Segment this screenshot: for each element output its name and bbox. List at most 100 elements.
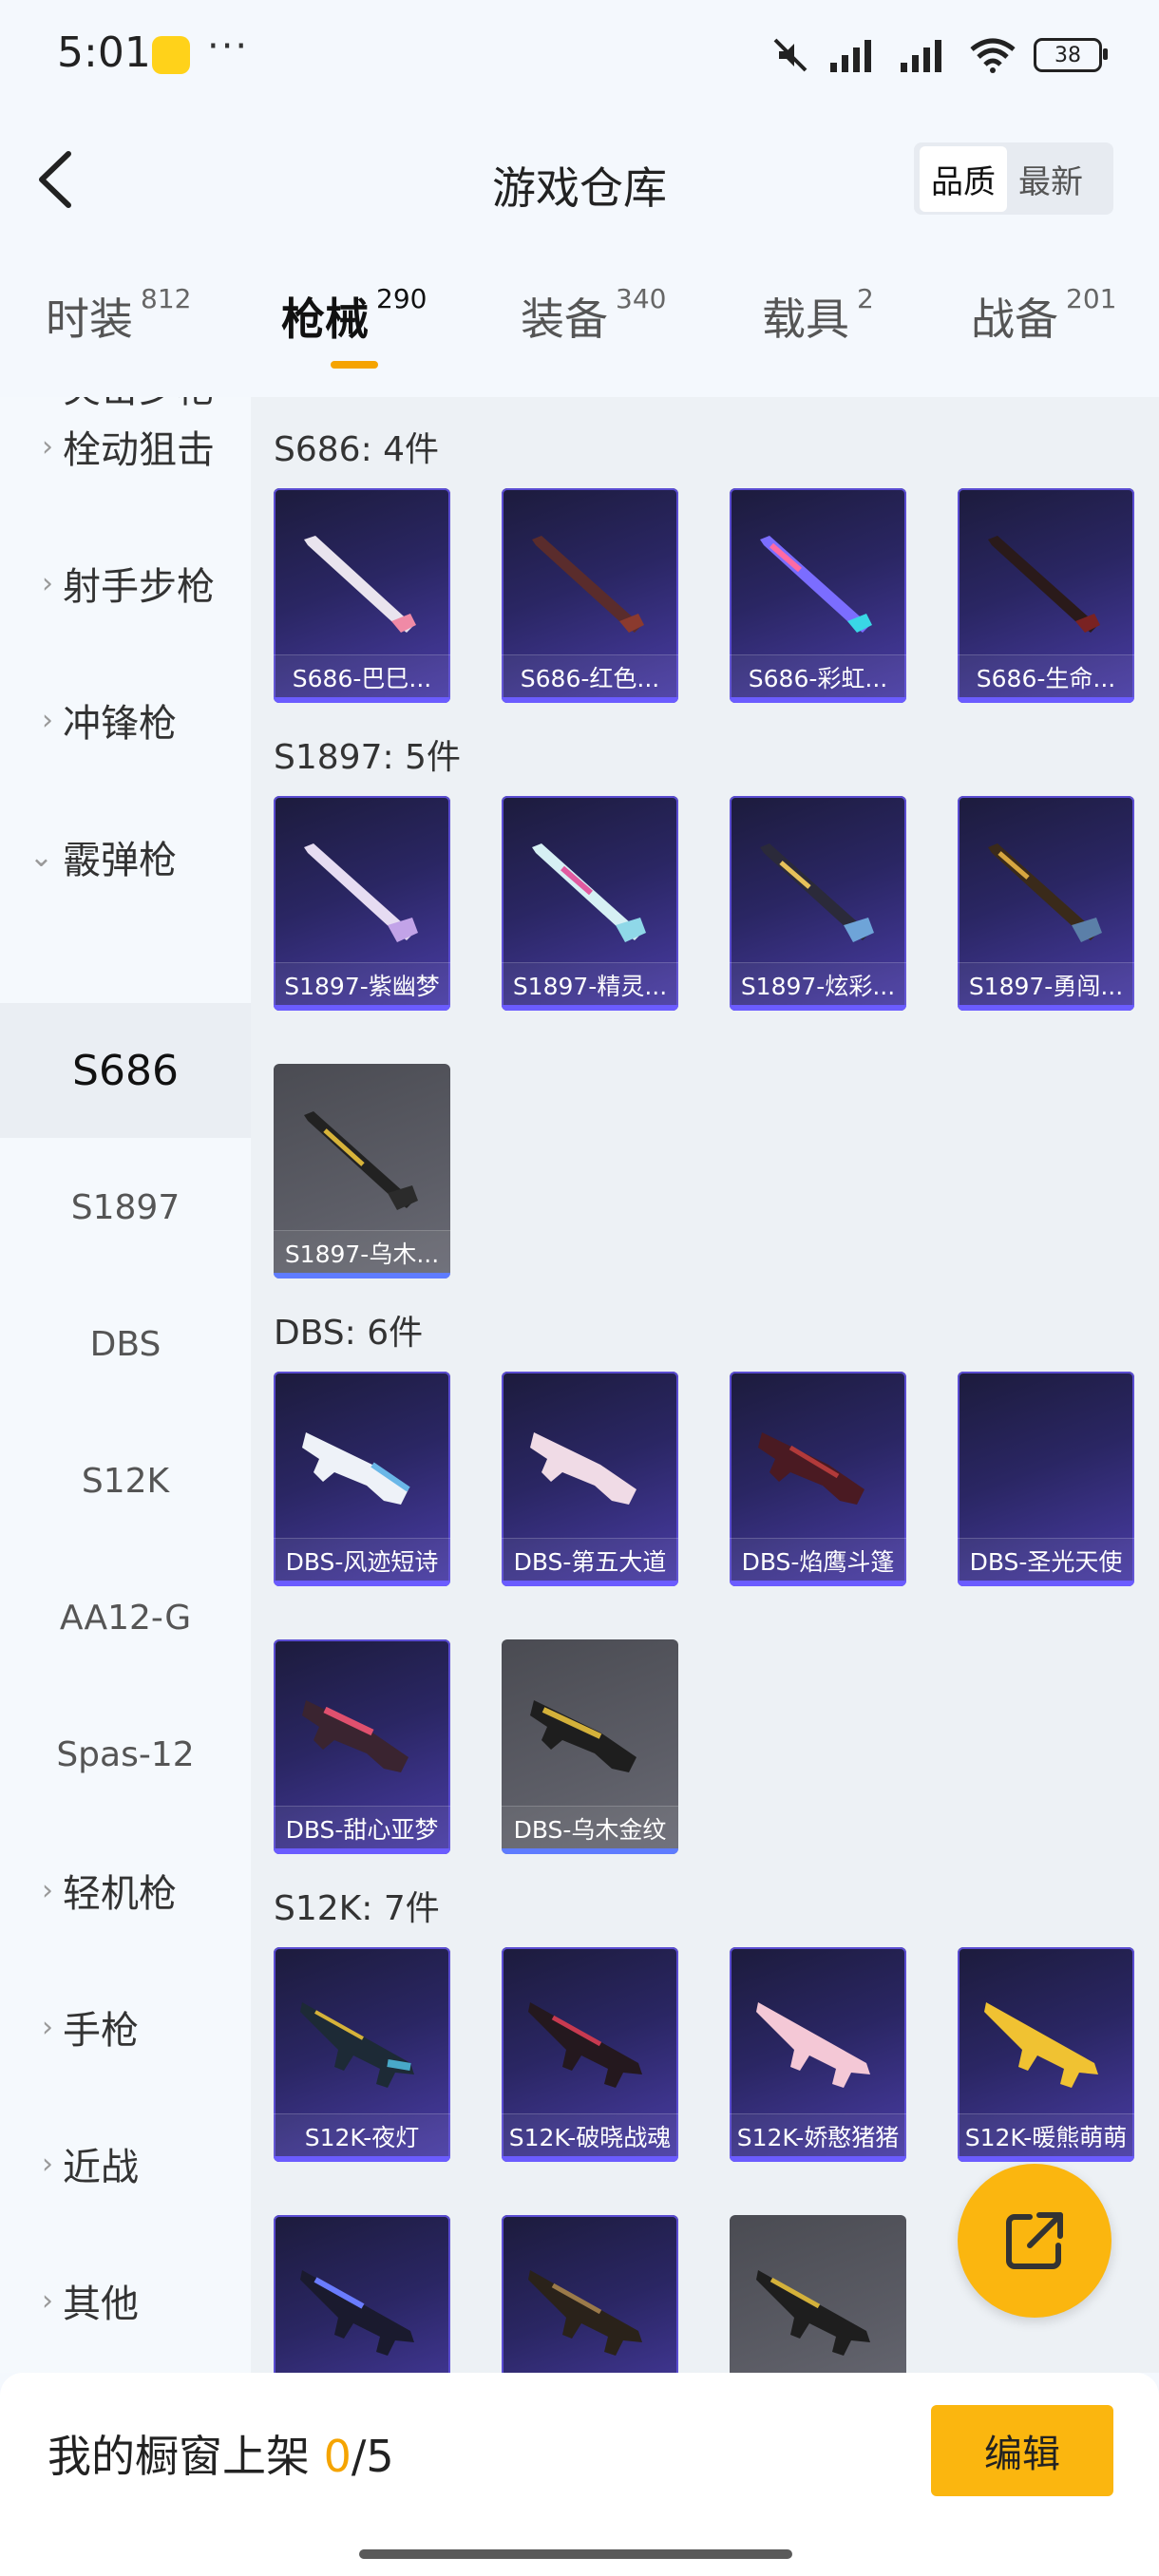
sidebar-item-dmr[interactable]: › 射手步枪 xyxy=(0,517,251,650)
weapon-card[interactable]: S686-彩虹... xyxy=(730,488,906,703)
weapon-card[interactable]: S1897-紫幽梦 xyxy=(274,796,450,1011)
chevron-right-icon: › xyxy=(42,566,53,600)
shotgun-icon xyxy=(532,843,646,942)
chevron-down-icon: ⌄ xyxy=(28,840,53,874)
weapon-card-label: DBS-第五大道 xyxy=(502,1538,678,1586)
shotgun-icon xyxy=(988,843,1102,942)
weapon-card-label: S686-巴巳... xyxy=(274,654,450,703)
tab-count: 201 xyxy=(1066,283,1117,314)
weapon-card-label: S12K-夜灯 xyxy=(274,2113,450,2162)
sidebar-item-pistol[interactable]: › 手枪 xyxy=(0,1960,251,2093)
showcase-label: 我的橱窗上架 xyxy=(48,2431,310,2482)
rifle-icon xyxy=(756,2002,870,2088)
sort-quality-button[interactable]: 品质 xyxy=(920,145,1007,212)
rarity-bar xyxy=(274,1005,450,1011)
weapon-card[interactable]: S1897-炫彩... xyxy=(730,796,906,1011)
weapon-card-label: S12K-娇憨猪猪 xyxy=(730,2113,906,2162)
tab-count: 812 xyxy=(141,283,192,314)
weapon-card[interactable]: S12K-破晓战魂 xyxy=(502,1947,678,2162)
weapon-card-label: S1897-勇闯... xyxy=(958,962,1134,1011)
home-indicator[interactable] xyxy=(359,2549,792,2559)
shotgun-icon xyxy=(304,536,416,633)
rarity-bar xyxy=(274,1273,450,1279)
sidebar-item-melee[interactable]: › 近战 xyxy=(0,2097,251,2230)
shotgun-icon xyxy=(530,1432,636,1505)
tab-label: 战备 xyxy=(971,294,1058,345)
weapon-card-label: S686-生命... xyxy=(958,654,1134,703)
rarity-bar xyxy=(274,1848,450,1854)
tab-supplies[interactable]: 战备 201 xyxy=(971,283,1117,348)
weapon-card[interactable]: DBS-焰鹰斗篷 xyxy=(730,1372,906,1586)
tab-guns[interactable]: 枪械 290 xyxy=(281,283,427,348)
weapon-card[interactable]: DBS-甜心亚梦 xyxy=(274,1639,450,1854)
showcase-total: /5 xyxy=(351,2431,394,2482)
sidebar-subitem-s1897[interactable]: S1897 xyxy=(0,1140,251,1275)
shotgun-icon xyxy=(758,1432,864,1505)
sidebar-subitem-dbs[interactable]: DBS xyxy=(0,1277,251,1411)
sidebar-item-bolt-sniper[interactable]: › 栓动狙击 xyxy=(0,397,251,513)
sidebar-subitem-aa12g[interactable]: AA12-G xyxy=(0,1550,251,1685)
section-title-dbs: DBS: 6件 xyxy=(274,1314,424,1353)
weapon-card-label: S1897-精灵... xyxy=(502,962,678,1011)
chevron-right-icon: › xyxy=(42,2283,53,2318)
battery-icon: 38 xyxy=(1034,38,1108,72)
weapon-card-label: DBS-焰鹰斗篷 xyxy=(730,1538,906,1586)
weapon-card[interactable] xyxy=(730,2215,906,2373)
tab-label: 载具 xyxy=(762,294,849,345)
signal-icon-2 xyxy=(901,40,941,72)
weapon-card[interactable]: S686-巴巳... xyxy=(274,488,450,703)
weapon-card[interactable]: DBS-圣光天使 xyxy=(958,1372,1134,1586)
wifi-icon xyxy=(970,38,1016,73)
weapon-card-label: S1897-紫幽梦 xyxy=(274,962,450,1011)
tab-vehicles[interactable]: 载具 2 xyxy=(762,283,874,348)
shotgun-icon xyxy=(532,536,644,633)
header: 游戏仓库 品质 最新 xyxy=(0,114,1159,247)
rarity-bar xyxy=(274,1581,450,1586)
shotgun-icon xyxy=(760,536,872,633)
mute-icon xyxy=(773,38,808,72)
weapon-card-label: DBS-风迹短诗 xyxy=(274,1538,450,1586)
weapon-card-label: S686-红色... xyxy=(502,654,678,703)
rarity-bar xyxy=(730,1005,906,1011)
sort-latest-button[interactable]: 最新 xyxy=(1007,146,1094,212)
weapon-card[interactable]: DBS-第五大道 xyxy=(502,1372,678,1586)
weapon-card[interactable] xyxy=(502,2215,678,2373)
tab-label: 时装 xyxy=(46,294,133,345)
tab-equipment[interactable]: 装备 340 xyxy=(521,283,666,348)
weapon-card[interactable]: S686-生命... xyxy=(958,488,1134,703)
shotgun-icon xyxy=(760,843,874,942)
weapon-card[interactable]: S1897-勇闯... xyxy=(958,796,1134,1011)
rifle-icon xyxy=(984,2002,1098,2088)
rarity-bar xyxy=(958,2156,1134,2162)
sidebar-subitem-s686[interactable]: S686 xyxy=(0,1003,251,1138)
weapon-card[interactable]: S12K-夜灯 xyxy=(274,1947,450,2162)
weapon-card-label: S686-彩虹... xyxy=(730,654,906,703)
shotgun-icon xyxy=(988,536,1100,633)
weapon-card[interactable]: DBS-风迹短诗 xyxy=(274,1372,450,1586)
chevron-right-icon: › xyxy=(42,703,53,737)
weapon-card[interactable]: S12K-暖熊萌萌 xyxy=(958,1947,1134,2162)
sidebar-item-lmg[interactable]: › 轻机枪 xyxy=(0,1824,251,1957)
sidebar-subitem-spas12[interactable]: Spas-12 xyxy=(0,1687,251,1822)
shotgun-icon xyxy=(302,1700,408,1772)
weapon-card[interactable]: DBS-乌木金纹 xyxy=(502,1639,678,1854)
weapon-card-label: DBS-乌木金纹 xyxy=(502,1806,678,1854)
sidebar-subitem-s12k[interactable]: S12K xyxy=(0,1413,251,1548)
weapon-card[interactable]: S1897-乌木... xyxy=(274,1064,450,1279)
weapon-card[interactable]: S686-红色... xyxy=(502,488,678,703)
share-icon xyxy=(1006,2212,1063,2269)
tab-label: 装备 xyxy=(521,294,608,345)
weapon-card-label: DBS-甜心亚梦 xyxy=(274,1806,450,1854)
edit-button[interactable]: 编辑 xyxy=(931,2405,1113,2496)
sidebar-item-shotgun[interactable]: ⌄ 霰弹枪 xyxy=(0,790,251,923)
weapon-card[interactable]: S12K-娇憨猪猪 xyxy=(730,1947,906,2162)
share-button[interactable] xyxy=(958,2164,1112,2318)
weapon-card[interactable]: S1897-精灵... xyxy=(502,796,678,1011)
sidebar-item-other[interactable]: › 其他 xyxy=(0,2234,251,2367)
weapon-card[interactable] xyxy=(274,2215,450,2373)
back-arrow-icon[interactable] xyxy=(27,146,84,213)
rifle-icon xyxy=(300,2002,414,2088)
sidebar-item-smg[interactable]: › 冲锋枪 xyxy=(0,653,251,786)
tab-fashion[interactable]: 时装 812 xyxy=(46,283,192,348)
rarity-bar xyxy=(274,697,450,703)
